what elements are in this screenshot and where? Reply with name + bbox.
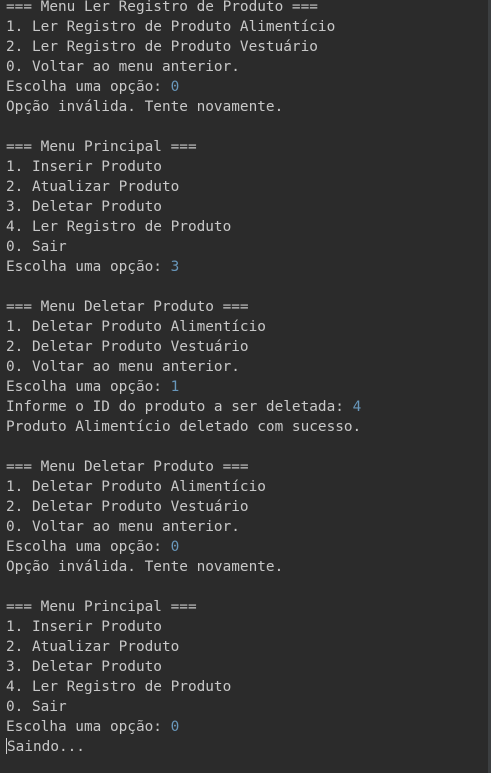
output-text: Escolha uma opção: (6, 379, 171, 395)
console-line: 0. Voltar ao menu anterior. (6, 57, 488, 77)
output-text: 1. Inserir Produto (6, 619, 162, 635)
output-text: 4. Ler Registro de Produto (6, 679, 232, 695)
output-text: 0. Voltar ao menu anterior. (6, 359, 240, 375)
output-text: 2. Ler Registro de Produto Vestuário (6, 39, 318, 55)
console-line: 0. Sair (6, 237, 488, 257)
console-line: 1. Inserir Produto (6, 617, 488, 637)
console-line: 2. Deletar Produto Vestuário (6, 497, 488, 517)
console-line: 1. Inserir Produto (6, 157, 488, 177)
output-text: === Menu Ler Registro de Produto === (6, 0, 318, 15)
user-input: 4 (352, 399, 362, 415)
output-text: 2. Deletar Produto Vestuário (6, 499, 249, 515)
console-line: 1. Deletar Produto Alimentício (6, 317, 488, 337)
console-line: 4. Ler Registro de Produto (6, 677, 488, 697)
console-line: === Menu Ler Registro de Produto === (6, 0, 488, 17)
output-text: 0. Voltar ao menu anterior. (6, 519, 240, 535)
output-text: === Menu Principal === (6, 599, 197, 615)
console-output[interactable]: === Menu Ler Registro de Produto === 1. L… (0, 0, 491, 773)
output-text: Escolha uma opção: (6, 719, 171, 735)
console-line: 3. Deletar Produto (6, 197, 488, 217)
console-line: 0. Sair (6, 697, 488, 717)
output-text: 0. Sair (6, 239, 67, 255)
console-line: Saindo... (6, 737, 488, 757)
console-line: Opção inválida. Tente novamente. (6, 97, 488, 117)
console-line: Escolha uma opção: 0 (6, 717, 488, 737)
output-text: 4. Ler Registro de Produto (6, 219, 232, 235)
output-text: Opção inválida. Tente novamente. (6, 99, 284, 115)
console-line: Opção inválida. Tente novamente. (6, 557, 488, 577)
console-line: Escolha uma opção: 3 (6, 257, 488, 277)
console-line: Escolha uma opção: 0 (6, 77, 488, 97)
output-text: === Menu Principal === (6, 139, 197, 155)
output-text: Saindo... (7, 739, 85, 755)
user-input: 1 (170, 379, 180, 395)
user-input: 0 (170, 539, 180, 555)
console-line: 1. Deletar Produto Alimentício (6, 477, 488, 497)
output-text: Escolha uma opção: (6, 539, 171, 555)
console-line: 2. Atualizar Produto (6, 177, 488, 197)
console-line: === Menu Principal === (6, 597, 488, 617)
console-line: === Menu Deletar Produto === (6, 457, 488, 477)
user-input: 0 (170, 719, 180, 735)
console-line: Escolha uma opção: 1 (6, 377, 488, 397)
console-line: Escolha uma opção: 0 (6, 537, 488, 557)
output-text: 1. Ler Registro de Produto Alimentício (6, 19, 336, 35)
user-input: 3 (170, 259, 180, 275)
output-text: 0. Sair (6, 699, 67, 715)
console-line: 1. Ler Registro de Produto Alimentício (6, 17, 488, 37)
output-text: Opção inválida. Tente novamente. (6, 559, 284, 575)
output-text: === Menu Deletar Produto === (6, 299, 249, 315)
output-text: Produto Alimentício deletado com sucesso… (6, 419, 362, 435)
console-line: === Menu Deletar Produto === (6, 297, 488, 317)
console-line: Produto Alimentício deletado com sucesso… (6, 417, 488, 437)
output-text: 1. Deletar Produto Alimentício (6, 479, 266, 495)
console-line: 3. Deletar Produto (6, 657, 488, 677)
console-line: 2. Atualizar Produto (6, 637, 488, 657)
output-text: Escolha uma opção: (6, 259, 171, 275)
console-line: === Menu Principal === (6, 137, 488, 157)
console-line: 2. Deletar Produto Vestuário (6, 337, 488, 357)
console-line: Informe o ID do produto a ser deletada: … (6, 397, 488, 417)
output-text: 2. Atualizar Produto (6, 639, 180, 655)
output-text: 3. Deletar Produto (6, 199, 162, 215)
output-text: 2. Deletar Produto Vestuário (6, 339, 249, 355)
console-line: 2. Ler Registro de Produto Vestuário (6, 37, 488, 57)
output-text: Informe o ID do produto a ser deletada: (6, 399, 353, 415)
output-text: Escolha uma opção: (6, 79, 171, 95)
output-text: 0. Voltar ao menu anterior. (6, 59, 240, 75)
output-text: 3. Deletar Produto (6, 659, 162, 675)
output-text: 1. Inserir Produto (6, 159, 162, 175)
console-line: 0. Voltar ao menu anterior. (6, 517, 488, 537)
output-text: 2. Atualizar Produto (6, 179, 180, 195)
user-input: 0 (170, 79, 180, 95)
console-line: 0. Voltar ao menu anterior. (6, 357, 488, 377)
output-text: === Menu Deletar Produto === (6, 459, 249, 475)
console-line: 4. Ler Registro de Produto (6, 217, 488, 237)
output-text: 1. Deletar Produto Alimentício (6, 319, 266, 335)
